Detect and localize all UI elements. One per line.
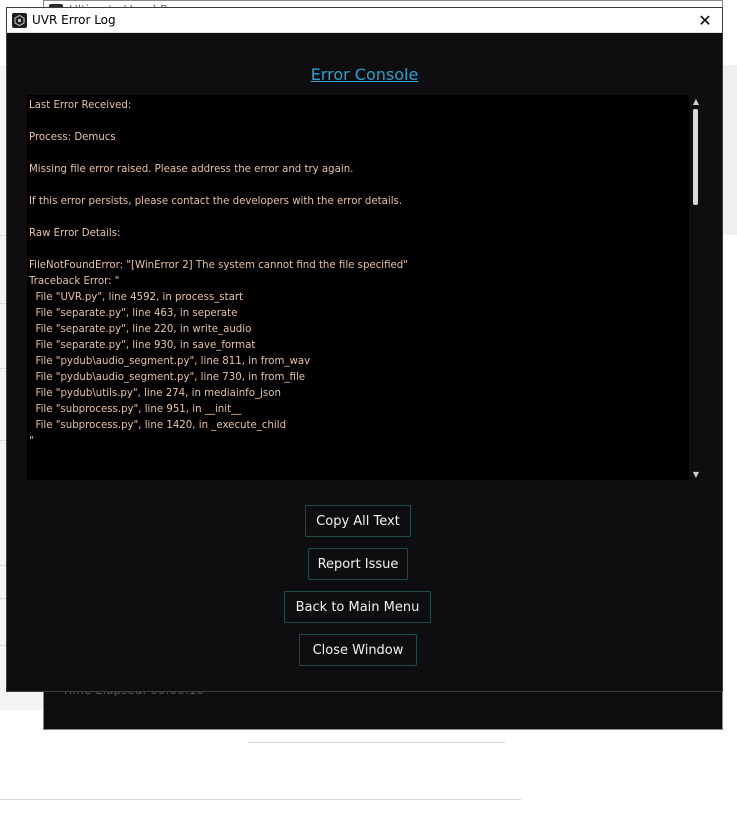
- error-log-text[interactable]: Last Error Received: Process: Demucs Mis…: [29, 98, 679, 480]
- error-log-textarea[interactable]: Last Error Received: Process: Demucs Mis…: [27, 95, 689, 480]
- scroll-up-arrow-icon[interactable]: ▲: [689, 95, 703, 107]
- close-window-button[interactable]: Close Window: [299, 634, 417, 666]
- window-close-button[interactable]: ✕: [688, 8, 722, 32]
- window-title: UVR Error Log: [32, 13, 116, 27]
- scrollbar-thumb[interactable]: [693, 109, 698, 205]
- title-bar[interactable]: UVR Error Log ✕: [7, 8, 722, 33]
- report-issue-button[interactable]: Report Issue: [308, 548, 408, 580]
- log-scrollbar[interactable]: ▲ ▼: [689, 95, 703, 480]
- close-icon: ✕: [698, 10, 712, 30]
- scroll-down-arrow-icon[interactable]: ▼: [689, 468, 703, 480]
- back-to-main-menu-button[interactable]: Back to Main Menu: [284, 591, 431, 623]
- uvr-logo-icon: [12, 13, 27, 28]
- error-console-heading[interactable]: Error Console: [7, 65, 722, 84]
- copy-all-text-button[interactable]: Copy All Text: [305, 505, 411, 537]
- background-right-edge: [723, 65, 737, 235]
- error-log-window: UVR Error Log ✕ Error Console Last Error…: [6, 7, 723, 692]
